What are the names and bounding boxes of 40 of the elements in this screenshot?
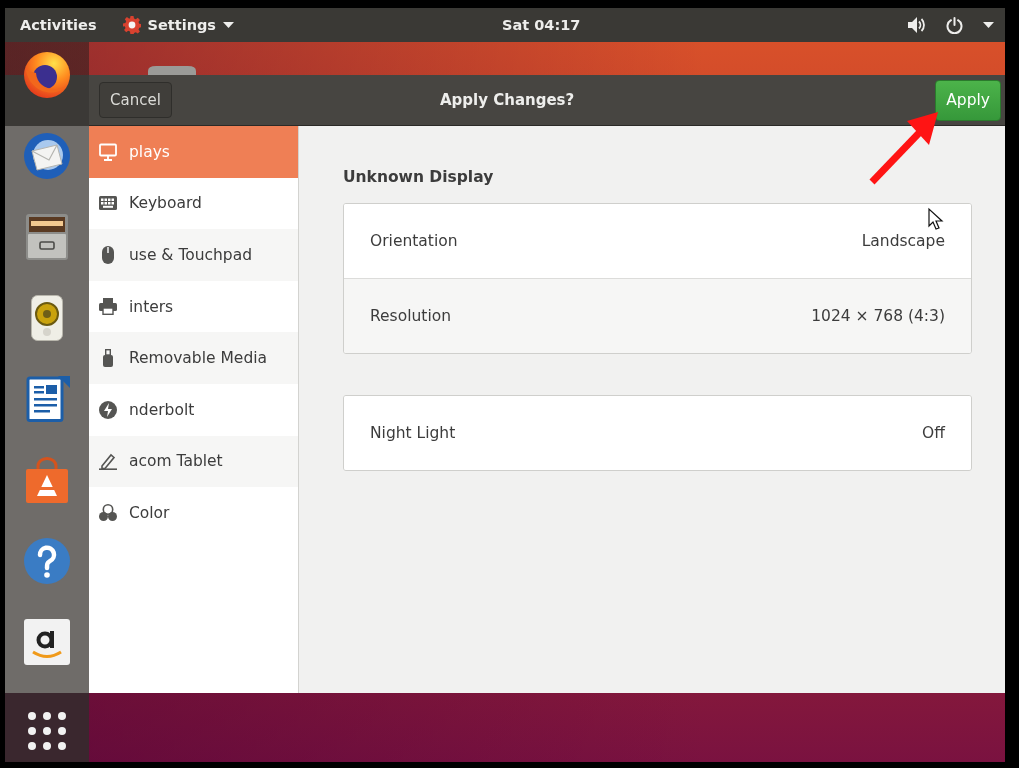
caret-icon: [222, 22, 234, 28]
power-icon[interactable]: [946, 16, 963, 34]
setting-label: Night Light: [370, 424, 456, 442]
color-circles-icon: [99, 504, 117, 522]
mouse-icon: [102, 246, 114, 264]
setting-value: Landscape: [861, 232, 945, 250]
setting-label: Orientation: [370, 232, 458, 250]
sidebar-item[interactable]: use & Touchpad: [89, 229, 298, 281]
usb-plug-icon: [103, 349, 113, 368]
section-heading: Unknown Display: [343, 168, 495, 186]
mail-envelope-icon[interactable]: [24, 133, 70, 179]
setting-value: Off: [922, 424, 945, 442]
activities-button[interactable]: Activities: [20, 16, 97, 34]
file-cabinet-icon[interactable]: [24, 214, 70, 260]
app-menu[interactable]: Settings: [122, 16, 234, 34]
volume-icon[interactable]: [908, 17, 926, 33]
printer-icon: [99, 298, 117, 316]
clock[interactable]: Sat 04:17: [502, 16, 581, 34]
lightning-icon: [99, 400, 117, 419]
sidebar-item[interactable]: acom Tablet: [89, 435, 298, 488]
keyboard-icon: [99, 196, 117, 211]
app-grid-icon[interactable]: [28, 712, 66, 750]
pen-icon: [99, 452, 117, 471]
setting-row[interactable]: Night Light Off: [344, 396, 971, 470]
setting-row[interactable]: Resolution 1024 × 768 (4:3): [344, 278, 971, 353]
fox-globe-icon[interactable]: [24, 52, 70, 98]
sidebar-item[interactable]: Removable Media: [89, 332, 298, 384]
dialog-title: Apply Changes?: [440, 91, 575, 109]
setting-label: Resolution: [370, 307, 451, 325]
help-icon[interactable]: [24, 538, 70, 584]
document-icon[interactable]: [24, 376, 70, 422]
monitor-icon: [99, 142, 117, 161]
caret-icon[interactable]: [983, 22, 994, 28]
gear-icon: [122, 16, 141, 34]
shop-logo-icon[interactable]: [24, 619, 70, 665]
cancel-button[interactable]: Cancel: [99, 82, 172, 118]
setting-value: 1024 × 768 (4:3): [811, 307, 945, 325]
mouse-pointer-icon: [928, 207, 944, 230]
drive-icon: [148, 66, 196, 75]
shopping-bag-icon[interactable]: [24, 457, 70, 503]
